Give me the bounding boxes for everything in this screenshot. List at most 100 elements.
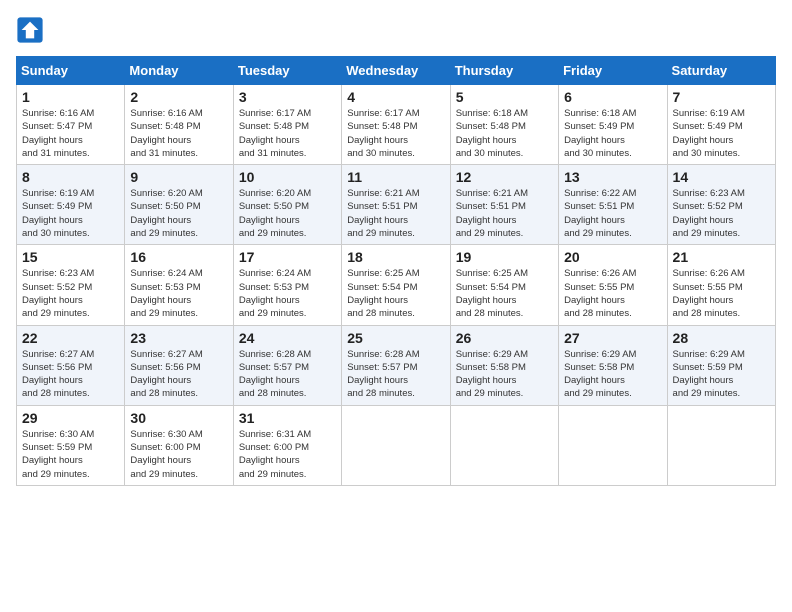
weekday-header-friday: Friday <box>559 57 667 85</box>
calendar-cell: 22 Sunrise: 6:27 AM Sunset: 5:56 PM Dayl… <box>17 325 125 405</box>
day-info: Sunrise: 6:28 AM Sunset: 5:57 PM Dayligh… <box>239 348 336 401</box>
day-number: 13 <box>564 169 661 185</box>
calendar-week-row: 1 Sunrise: 6:16 AM Sunset: 5:47 PM Dayli… <box>17 85 776 165</box>
calendar-week-row: 15 Sunrise: 6:23 AM Sunset: 5:52 PM Dayl… <box>17 245 776 325</box>
weekday-header-tuesday: Tuesday <box>233 57 341 85</box>
day-info: Sunrise: 6:21 AM Sunset: 5:51 PM Dayligh… <box>347 187 444 240</box>
weekday-header-thursday: Thursday <box>450 57 558 85</box>
day-number: 25 <box>347 330 444 346</box>
calendar-table: SundayMondayTuesdayWednesdayThursdayFrid… <box>16 56 776 486</box>
day-number: 28 <box>673 330 770 346</box>
calendar-week-row: 29 Sunrise: 6:30 AM Sunset: 5:59 PM Dayl… <box>17 405 776 485</box>
day-number: 14 <box>673 169 770 185</box>
calendar-cell: 5 Sunrise: 6:18 AM Sunset: 5:48 PM Dayli… <box>450 85 558 165</box>
calendar-cell: 4 Sunrise: 6:17 AM Sunset: 5:48 PM Dayli… <box>342 85 450 165</box>
calendar-cell: 10 Sunrise: 6:20 AM Sunset: 5:50 PM Dayl… <box>233 165 341 245</box>
calendar-cell: 7 Sunrise: 6:19 AM Sunset: 5:49 PM Dayli… <box>667 85 775 165</box>
day-number: 15 <box>22 249 119 265</box>
day-info: Sunrise: 6:21 AM Sunset: 5:51 PM Dayligh… <box>456 187 553 240</box>
day-number: 7 <box>673 89 770 105</box>
day-number: 18 <box>347 249 444 265</box>
day-number: 11 <box>347 169 444 185</box>
calendar-cell: 17 Sunrise: 6:24 AM Sunset: 5:53 PM Dayl… <box>233 245 341 325</box>
day-info: Sunrise: 6:17 AM Sunset: 5:48 PM Dayligh… <box>239 107 336 160</box>
day-info: Sunrise: 6:18 AM Sunset: 5:49 PM Dayligh… <box>564 107 661 160</box>
calendar-week-row: 22 Sunrise: 6:27 AM Sunset: 5:56 PM Dayl… <box>17 325 776 405</box>
day-number: 22 <box>22 330 119 346</box>
calendar-cell: 12 Sunrise: 6:21 AM Sunset: 5:51 PM Dayl… <box>450 165 558 245</box>
calendar-cell: 27 Sunrise: 6:29 AM Sunset: 5:58 PM Dayl… <box>559 325 667 405</box>
day-info: Sunrise: 6:19 AM Sunset: 5:49 PM Dayligh… <box>22 187 119 240</box>
calendar-cell: 26 Sunrise: 6:29 AM Sunset: 5:58 PM Dayl… <box>450 325 558 405</box>
day-info: Sunrise: 6:30 AM Sunset: 5:59 PM Dayligh… <box>22 428 119 481</box>
calendar-cell <box>342 405 450 485</box>
calendar-cell: 1 Sunrise: 6:16 AM Sunset: 5:47 PM Dayli… <box>17 85 125 165</box>
day-number: 2 <box>130 89 227 105</box>
calendar-cell: 6 Sunrise: 6:18 AM Sunset: 5:49 PM Dayli… <box>559 85 667 165</box>
day-number: 19 <box>456 249 553 265</box>
logo <box>16 16 48 44</box>
day-number: 20 <box>564 249 661 265</box>
day-info: Sunrise: 6:25 AM Sunset: 5:54 PM Dayligh… <box>456 267 553 320</box>
day-number: 9 <box>130 169 227 185</box>
calendar-cell: 11 Sunrise: 6:21 AM Sunset: 5:51 PM Dayl… <box>342 165 450 245</box>
calendar-cell: 28 Sunrise: 6:29 AM Sunset: 5:59 PM Dayl… <box>667 325 775 405</box>
day-number: 1 <box>22 89 119 105</box>
day-info: Sunrise: 6:28 AM Sunset: 5:57 PM Dayligh… <box>347 348 444 401</box>
day-number: 16 <box>130 249 227 265</box>
calendar-cell: 20 Sunrise: 6:26 AM Sunset: 5:55 PM Dayl… <box>559 245 667 325</box>
day-number: 31 <box>239 410 336 426</box>
day-info: Sunrise: 6:23 AM Sunset: 5:52 PM Dayligh… <box>22 267 119 320</box>
day-info: Sunrise: 6:31 AM Sunset: 6:00 PM Dayligh… <box>239 428 336 481</box>
day-number: 17 <box>239 249 336 265</box>
day-info: Sunrise: 6:30 AM Sunset: 6:00 PM Dayligh… <box>130 428 227 481</box>
logo-icon <box>16 16 44 44</box>
calendar-cell: 2 Sunrise: 6:16 AM Sunset: 5:48 PM Dayli… <box>125 85 233 165</box>
calendar-cell: 29 Sunrise: 6:30 AM Sunset: 5:59 PM Dayl… <box>17 405 125 485</box>
day-info: Sunrise: 6:29 AM Sunset: 5:58 PM Dayligh… <box>564 348 661 401</box>
day-info: Sunrise: 6:22 AM Sunset: 5:51 PM Dayligh… <box>564 187 661 240</box>
day-number: 10 <box>239 169 336 185</box>
day-info: Sunrise: 6:25 AM Sunset: 5:54 PM Dayligh… <box>347 267 444 320</box>
calendar-cell: 16 Sunrise: 6:24 AM Sunset: 5:53 PM Dayl… <box>125 245 233 325</box>
day-number: 29 <box>22 410 119 426</box>
day-number: 30 <box>130 410 227 426</box>
day-number: 26 <box>456 330 553 346</box>
calendar-cell <box>667 405 775 485</box>
day-number: 4 <box>347 89 444 105</box>
day-info: Sunrise: 6:20 AM Sunset: 5:50 PM Dayligh… <box>239 187 336 240</box>
day-number: 24 <box>239 330 336 346</box>
day-number: 12 <box>456 169 553 185</box>
day-info: Sunrise: 6:24 AM Sunset: 5:53 PM Dayligh… <box>130 267 227 320</box>
day-info: Sunrise: 6:27 AM Sunset: 5:56 PM Dayligh… <box>22 348 119 401</box>
calendar-week-row: 8 Sunrise: 6:19 AM Sunset: 5:49 PM Dayli… <box>17 165 776 245</box>
calendar-cell: 25 Sunrise: 6:28 AM Sunset: 5:57 PM Dayl… <box>342 325 450 405</box>
day-info: Sunrise: 6:20 AM Sunset: 5:50 PM Dayligh… <box>130 187 227 240</box>
day-number: 5 <box>456 89 553 105</box>
calendar-cell: 8 Sunrise: 6:19 AM Sunset: 5:49 PM Dayli… <box>17 165 125 245</box>
calendar-cell: 15 Sunrise: 6:23 AM Sunset: 5:52 PM Dayl… <box>17 245 125 325</box>
day-info: Sunrise: 6:29 AM Sunset: 5:58 PM Dayligh… <box>456 348 553 401</box>
calendar-cell <box>450 405 558 485</box>
day-number: 3 <box>239 89 336 105</box>
day-info: Sunrise: 6:19 AM Sunset: 5:49 PM Dayligh… <box>673 107 770 160</box>
day-info: Sunrise: 6:16 AM Sunset: 5:48 PM Dayligh… <box>130 107 227 160</box>
calendar-cell: 13 Sunrise: 6:22 AM Sunset: 5:51 PM Dayl… <box>559 165 667 245</box>
day-info: Sunrise: 6:26 AM Sunset: 5:55 PM Dayligh… <box>673 267 770 320</box>
calendar-cell: 23 Sunrise: 6:27 AM Sunset: 5:56 PM Dayl… <box>125 325 233 405</box>
weekday-header-monday: Monday <box>125 57 233 85</box>
day-info: Sunrise: 6:29 AM Sunset: 5:59 PM Dayligh… <box>673 348 770 401</box>
calendar-cell: 24 Sunrise: 6:28 AM Sunset: 5:57 PM Dayl… <box>233 325 341 405</box>
calendar-cell: 3 Sunrise: 6:17 AM Sunset: 5:48 PM Dayli… <box>233 85 341 165</box>
calendar-cell <box>559 405 667 485</box>
weekday-header-row: SundayMondayTuesdayWednesdayThursdayFrid… <box>17 57 776 85</box>
calendar-cell: 30 Sunrise: 6:30 AM Sunset: 6:00 PM Dayl… <box>125 405 233 485</box>
calendar-cell: 18 Sunrise: 6:25 AM Sunset: 5:54 PM Dayl… <box>342 245 450 325</box>
calendar-cell: 31 Sunrise: 6:31 AM Sunset: 6:00 PM Dayl… <box>233 405 341 485</box>
weekday-header-sunday: Sunday <box>17 57 125 85</box>
day-info: Sunrise: 6:23 AM Sunset: 5:52 PM Dayligh… <box>673 187 770 240</box>
day-info: Sunrise: 6:16 AM Sunset: 5:47 PM Dayligh… <box>22 107 119 160</box>
day-info: Sunrise: 6:17 AM Sunset: 5:48 PM Dayligh… <box>347 107 444 160</box>
calendar-cell: 19 Sunrise: 6:25 AM Sunset: 5:54 PM Dayl… <box>450 245 558 325</box>
day-number: 6 <box>564 89 661 105</box>
